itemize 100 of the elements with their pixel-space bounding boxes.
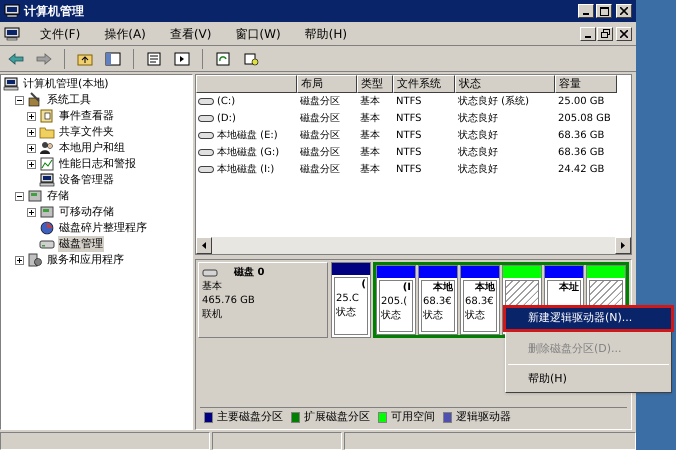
partition-label: 状态 bbox=[423, 309, 444, 323]
minimize-icon bbox=[583, 13, 589, 15]
close-icon bbox=[620, 30, 628, 38]
tree-item[interactable]: 系统工具 bbox=[46, 92, 92, 108]
restore-icon bbox=[600, 29, 610, 38]
legend-label: 逻辑驱动器 bbox=[456, 409, 511, 426]
log-book-icon bbox=[39, 108, 55, 124]
column-header[interactable]: 容量 bbox=[555, 75, 617, 93]
scroll-right-icon[interactable] bbox=[615, 237, 631, 254]
menu-item[interactable]: 帮助(H) bbox=[292, 24, 360, 44]
expand-toggle-icon[interactable] bbox=[15, 256, 24, 264]
partition-block[interactable]: (I 205.( 状态 bbox=[376, 265, 416, 335]
expand-toggle-icon[interactable] bbox=[27, 160, 36, 168]
tree-item[interactable]: 存储 bbox=[46, 188, 70, 204]
partition-block[interactable]: 本地 68.3€ 状态 bbox=[418, 265, 458, 335]
restore-button[interactable] bbox=[597, 26, 613, 40]
partition-label: (I bbox=[402, 281, 411, 295]
table-cell-text: NTFS bbox=[395, 146, 423, 160]
expand-toggle-icon[interactable] bbox=[27, 208, 36, 216]
storage-drive-icon bbox=[27, 188, 43, 204]
partition-block[interactable]: ( 25.C 状态 bbox=[331, 262, 371, 338]
table-cell-text: NTFS bbox=[395, 129, 423, 143]
users-icon bbox=[39, 140, 55, 156]
partition-color-bar bbox=[332, 263, 370, 275]
table-cell-text: NTFS bbox=[395, 163, 423, 177]
volume-name: (C:) bbox=[217, 95, 236, 109]
partition-label: 25.C bbox=[336, 292, 360, 306]
left-arrow-icon bbox=[8, 52, 24, 64]
legend-label: 扩展磁盘分区 bbox=[304, 409, 370, 426]
column-header[interactable] bbox=[196, 75, 297, 93]
tree-item[interactable]: 计算机管理(本地) bbox=[22, 76, 110, 92]
minimize-icon bbox=[585, 36, 591, 38]
menu-item[interactable]: 文件(F) bbox=[28, 24, 92, 44]
partition-color-bar bbox=[587, 266, 625, 278]
tree-item[interactable]: 本地用户和组 bbox=[58, 140, 126, 156]
table-cell-text: 205.08 GB bbox=[557, 112, 612, 126]
column-header[interactable]: 状态 bbox=[455, 75, 555, 93]
table-cell-text: 24.42 GB bbox=[557, 163, 606, 177]
list-icon bbox=[146, 52, 162, 66]
tree-item[interactable]: 磁盘管理 bbox=[58, 236, 104, 252]
tree-item[interactable]: 可移动存储 bbox=[58, 204, 115, 220]
menu-item[interactable]: 新建逻辑驱动器(N)... bbox=[506, 308, 671, 329]
disk-type: 基本 bbox=[202, 280, 223, 294]
table-cell-text: 状态良好 bbox=[457, 146, 499, 160]
tree-item[interactable]: 事件查看器 bbox=[58, 108, 115, 124]
table-cell-text: NTFS bbox=[395, 95, 423, 109]
storage-drive-icon bbox=[39, 204, 55, 220]
menu-item[interactable]: 操作(A) bbox=[92, 24, 158, 44]
horizontal-scrollbar[interactable] bbox=[196, 237, 631, 254]
partition-label: 68.3€ bbox=[423, 295, 453, 309]
computer-icon bbox=[39, 172, 55, 188]
expand-toggle-icon[interactable] bbox=[15, 96, 24, 104]
table-cell-text: 68.36 GB bbox=[557, 129, 606, 143]
expand-toggle-icon[interactable] bbox=[27, 144, 36, 152]
expand-toggle-icon[interactable] bbox=[27, 128, 36, 136]
table-cell-text: 基本 bbox=[359, 146, 381, 160]
maximize-button[interactable] bbox=[596, 4, 612, 18]
menu-item[interactable]: 查看(V) bbox=[158, 24, 224, 44]
minimize-button[interactable] bbox=[578, 4, 594, 18]
table-cell-text: 基本 bbox=[359, 128, 381, 143]
volume-name: 本地磁盘 (E:) bbox=[217, 128, 278, 143]
close-button[interactable] bbox=[616, 26, 632, 40]
disk-drive-icon bbox=[198, 131, 214, 140]
disk-drive-icon bbox=[198, 97, 214, 106]
tree-item[interactable]: 服务和应用程序 bbox=[46, 252, 125, 268]
scroll-left-icon[interactable] bbox=[196, 237, 212, 254]
table-cell-text: 磁盘分区 bbox=[299, 95, 341, 109]
disk-drive-icon bbox=[198, 114, 214, 123]
volume-name: 本地磁盘 (I:) bbox=[217, 162, 274, 177]
table-cell-text: 磁盘分区 bbox=[299, 163, 341, 177]
disk-drive-icon bbox=[198, 148, 214, 157]
close-button[interactable] bbox=[616, 4, 632, 18]
column-header[interactable]: 文件系统 bbox=[393, 75, 455, 93]
minimize-button[interactable] bbox=[580, 26, 596, 40]
partition-color-bar bbox=[377, 266, 415, 278]
defrag-icon bbox=[39, 220, 55, 236]
menu-item[interactable]: 帮助(H) bbox=[506, 369, 671, 390]
expand-toggle-icon[interactable] bbox=[15, 192, 24, 200]
menu-item[interactable]: 窗口(W) bbox=[223, 24, 293, 44]
column-header[interactable]: 类型 bbox=[357, 75, 393, 93]
disk-drive-icon bbox=[198, 165, 214, 174]
disk-size: 465.76 GB bbox=[202, 294, 256, 308]
partition-color-bar bbox=[461, 266, 499, 278]
column-header[interactable]: 布局 bbox=[297, 75, 357, 93]
partition-label: 状态 bbox=[381, 309, 402, 323]
tree-item[interactable]: 设备管理器 bbox=[58, 172, 115, 188]
expand-toggle-icon[interactable] bbox=[27, 112, 36, 120]
disk-status: 联机 bbox=[202, 308, 223, 322]
computer-icon bbox=[4, 4, 20, 18]
partition-label: ( bbox=[360, 278, 366, 292]
tree-item[interactable]: 磁盘碎片整理程序 bbox=[58, 220, 148, 236]
table-cell-text: 状态良好 bbox=[457, 128, 499, 143]
tree-item[interactable]: 共享文件夹 bbox=[58, 124, 115, 140]
table-cell-text: 25.00 GB bbox=[557, 95, 606, 109]
partition-block[interactable]: 本地 68.3€ 状态 bbox=[460, 265, 500, 335]
disk-drive-icon bbox=[202, 268, 218, 278]
tree-item[interactable]: 性能日志和警报 bbox=[58, 156, 137, 172]
table-cell-text: 状态良好 bbox=[457, 112, 499, 126]
partition-label: 状态 bbox=[465, 309, 486, 323]
volume-name: (D:) bbox=[217, 112, 236, 126]
